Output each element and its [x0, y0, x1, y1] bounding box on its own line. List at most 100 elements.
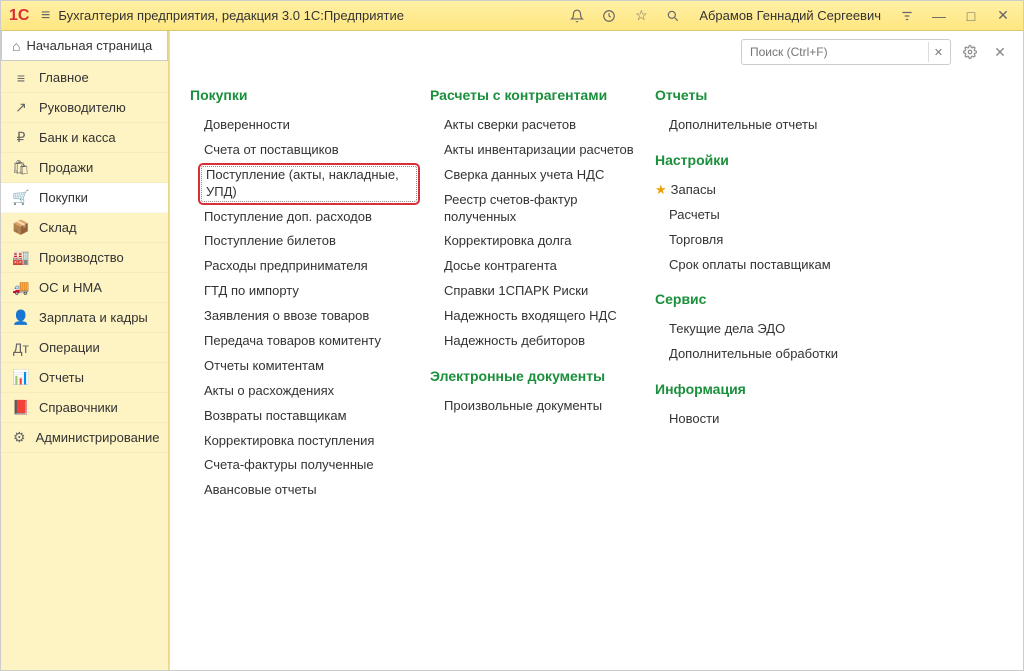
- content-area: ✕ ✕ Покупки ДоверенностиСчета от поставщи…: [169, 31, 1023, 670]
- maximize-icon[interactable]: □: [959, 4, 983, 28]
- section-title: Электронные документы: [430, 368, 645, 384]
- sidebar-item-icon: Дт: [13, 340, 29, 356]
- menu-link[interactable]: Расчеты: [655, 203, 855, 228]
- sidebar-item-label: Зарплата и кадры: [39, 310, 148, 325]
- menu-link[interactable]: Корректировка долга: [430, 229, 645, 254]
- sidebar-item-label: Банк и касса: [39, 130, 116, 145]
- menu-link[interactable]: Новости: [655, 407, 855, 432]
- sidebar-item-icon: 👤: [13, 310, 29, 326]
- app-title: Бухгалтерия предприятия, редакция 3.0 1С…: [58, 8, 557, 23]
- close-panel-icon[interactable]: ✕: [989, 41, 1011, 63]
- search-icon[interactable]: [661, 4, 685, 28]
- sidebar-item-icon: ₽: [13, 130, 29, 146]
- sidebar-item[interactable]: 🏭Производство: [1, 243, 168, 273]
- sidebar-item[interactable]: 🛒 Покупки: [1, 183, 168, 213]
- sidebar-item[interactable]: 👤 Зарплата и кадры: [1, 303, 168, 333]
- sidebar-item-label: Отчеты: [39, 370, 84, 385]
- menu-link[interactable]: ГТД по импорту: [190, 279, 420, 304]
- sidebar-item[interactable]: 🚚ОС и НМА: [1, 273, 168, 303]
- gear-icon[interactable]: [959, 41, 981, 63]
- sidebar-item[interactable]: ≡ Главное: [1, 63, 168, 93]
- menu-link[interactable]: Дополнительные обработки: [655, 342, 855, 367]
- sidebar-item-label: Продажи: [39, 160, 93, 175]
- menu-link[interactable]: Срок оплаты поставщикам: [655, 253, 855, 278]
- filter-icon[interactable]: [895, 4, 919, 28]
- sidebar-item-icon: 🏭: [13, 250, 29, 266]
- sidebar-item-label: Главное: [39, 70, 89, 85]
- menu-link[interactable]: Надежность входящего НДС: [430, 304, 645, 329]
- sidebar: ⌂ Начальная страница ≡ Главное ↗ Руководите…: [1, 31, 169, 670]
- user-name[interactable]: Абрамов Геннадий Сергеевич: [693, 8, 887, 23]
- sidebar-item-icon: 📊: [13, 370, 29, 386]
- menu-link[interactable]: Дополнительные отчеты: [655, 113, 855, 138]
- menu-link[interactable]: Акты сверки расчетов: [430, 113, 645, 138]
- bell-icon[interactable]: [565, 4, 589, 28]
- menu-link[interactable]: Поступление доп. расходов: [190, 205, 420, 230]
- menu-link[interactable]: Возвраты поставщикам: [190, 404, 420, 429]
- sidebar-item-icon: 🛍: [13, 160, 29, 176]
- sidebar-item-icon: ≡: [13, 70, 29, 86]
- sidebar-item-label: Склад: [39, 220, 77, 235]
- menu-link[interactable]: Справки 1СПАРК Риски: [430, 279, 645, 304]
- section-title: Покупки: [190, 87, 420, 103]
- menu-link[interactable]: Текущие дела ЭДО: [655, 317, 855, 342]
- menu-link[interactable]: Акты о расхождениях: [190, 379, 420, 404]
- sidebar-item-icon: ⚙: [13, 430, 26, 446]
- menu-link[interactable]: Акты инвентаризации расчетов: [430, 138, 645, 163]
- menu-link[interactable]: Отчеты комитентам: [190, 354, 420, 379]
- search-input[interactable]: [750, 45, 928, 59]
- menu-link[interactable]: Передача товаров комитенту: [190, 329, 420, 354]
- menu-link[interactable]: Расходы предпринимателя: [190, 254, 420, 279]
- sidebar-item-label: ОС и НМА: [39, 280, 102, 295]
- close-window-icon[interactable]: ✕: [991, 4, 1015, 28]
- menu-link[interactable]: Поступление билетов: [190, 229, 420, 254]
- section-title: Информация: [655, 381, 855, 397]
- sidebar-item-label: Руководителю: [39, 100, 126, 115]
- section-title: Сервис: [655, 291, 855, 307]
- menu-link[interactable]: Торговля: [655, 228, 855, 253]
- menu-link[interactable]: Корректировка поступления: [190, 429, 420, 454]
- sidebar-item[interactable]: 🛍 Продажи: [1, 153, 168, 183]
- menu-link[interactable]: Счета-фактуры полученные: [190, 453, 420, 478]
- sidebar-item-label: Операции: [39, 340, 100, 355]
- section-title: Отчеты: [655, 87, 855, 103]
- menu-link[interactable]: Запасы: [655, 178, 855, 203]
- clear-search-icon[interactable]: ✕: [928, 42, 948, 62]
- sidebar-item-label: Покупки: [39, 190, 88, 205]
- menu-link[interactable]: Заявления о ввозе товаров: [190, 304, 420, 329]
- section-title: Настройки: [655, 152, 855, 168]
- sidebar-item-icon: 📦: [13, 220, 29, 236]
- home-tab-label: Начальная страница: [26, 38, 152, 53]
- section-columns: ПокупкиДоверенностиСчета от поставщиковП…: [170, 73, 1023, 513]
- app-header: 1C ≡ Бухгалтерия предприятия, редакция 3…: [1, 1, 1023, 31]
- menu-link[interactable]: Авансовые отчеты: [190, 478, 420, 503]
- menu-link[interactable]: Произвольные документы: [430, 394, 645, 419]
- menu-link[interactable]: Счета от поставщиков: [190, 138, 420, 163]
- menu-link[interactable]: Сверка данных учета НДС: [430, 163, 645, 188]
- minimize-icon[interactable]: —: [927, 4, 951, 28]
- menu-link[interactable]: Досье контрагента: [430, 254, 645, 279]
- menu-link[interactable]: Доверенности: [190, 113, 420, 138]
- menu-link[interactable]: Реестр счетов-фактур полученных: [430, 188, 645, 230]
- menu-icon[interactable]: ≡: [41, 7, 50, 25]
- sidebar-item[interactable]: ↗ Руководителю: [1, 93, 168, 123]
- sidebar-item-label: Справочники: [39, 400, 118, 415]
- sidebar-item-icon: 🛒: [13, 190, 29, 206]
- history-icon[interactable]: [597, 4, 621, 28]
- home-tab[interactable]: ⌂ Начальная страница: [1, 31, 168, 61]
- sidebar-item[interactable]: 📦 Склад: [1, 213, 168, 243]
- star-icon[interactable]: ☆: [629, 4, 653, 28]
- sidebar-item[interactable]: 📊 Отчеты: [1, 363, 168, 393]
- sidebar-item-icon: 📕: [13, 400, 29, 416]
- sidebar-item-icon: ↗: [13, 100, 29, 116]
- menu-link[interactable]: Поступление (акты, накладные, УПД): [198, 163, 420, 205]
- search-box[interactable]: ✕: [741, 39, 951, 65]
- menu-link[interactable]: Надежность дебиторов: [430, 329, 645, 354]
- sidebar-item[interactable]: Дт Операции: [1, 333, 168, 363]
- sidebar-item[interactable]: ⚙ Администрирование: [1, 423, 168, 453]
- home-icon: ⌂: [12, 38, 20, 54]
- sidebar-item[interactable]: 📕 Справочники: [1, 393, 168, 423]
- section-title: Расчеты с контрагентами: [430, 87, 645, 103]
- sidebar-item[interactable]: ₽ Банк и касса: [1, 123, 168, 153]
- sidebar-item-label: Администрирование: [36, 430, 160, 445]
